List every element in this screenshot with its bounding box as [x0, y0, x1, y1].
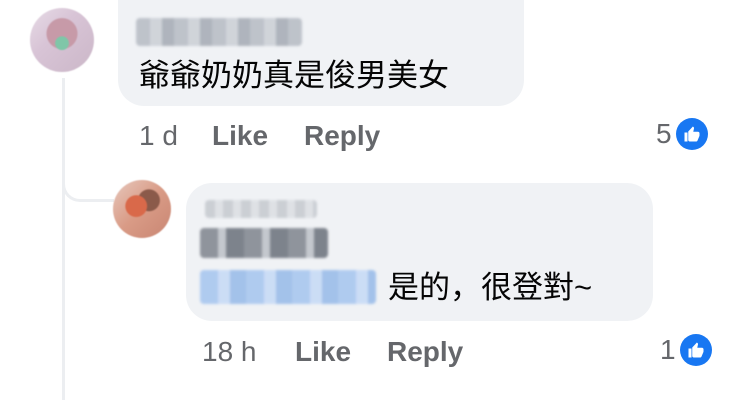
mention-tag-redacted[interactable]	[200, 270, 376, 304]
thread-connector-line	[62, 78, 65, 400]
commenter-name-redacted[interactable]	[136, 18, 302, 46]
like-button[interactable]: Like	[212, 120, 268, 152]
reply-button[interactable]: Reply	[387, 336, 463, 368]
reply-text: 是的，很登對~	[388, 270, 593, 305]
reaction-summary[interactable]: 1	[660, 334, 712, 366]
replier-name-redacted[interactable]	[200, 228, 328, 258]
commenter-avatar[interactable]	[30, 8, 94, 72]
thumbs-up-icon	[679, 334, 712, 366]
like-button[interactable]: Like	[295, 336, 351, 368]
reaction-summary[interactable]: 5	[656, 118, 708, 150]
reply-button[interactable]: Reply	[304, 120, 380, 152]
comment-text: 爺爺奶奶真是俊男美女	[139, 58, 449, 93]
reaction-count: 1	[660, 334, 676, 365]
reply-timestamp[interactable]: 18 h	[202, 336, 257, 368]
reply-connector-curve	[62, 158, 114, 202]
comment-thread: 爺爺奶奶真是俊男美女 1 d Like Reply 5 是的，很登對~ 18 h…	[0, 0, 739, 400]
replier-avatar[interactable]	[113, 180, 171, 238]
replier-badge-redacted	[205, 200, 317, 218]
thumbs-up-icon	[675, 118, 708, 150]
comment-timestamp[interactable]: 1 d	[139, 120, 178, 152]
reaction-count: 5	[656, 118, 672, 149]
